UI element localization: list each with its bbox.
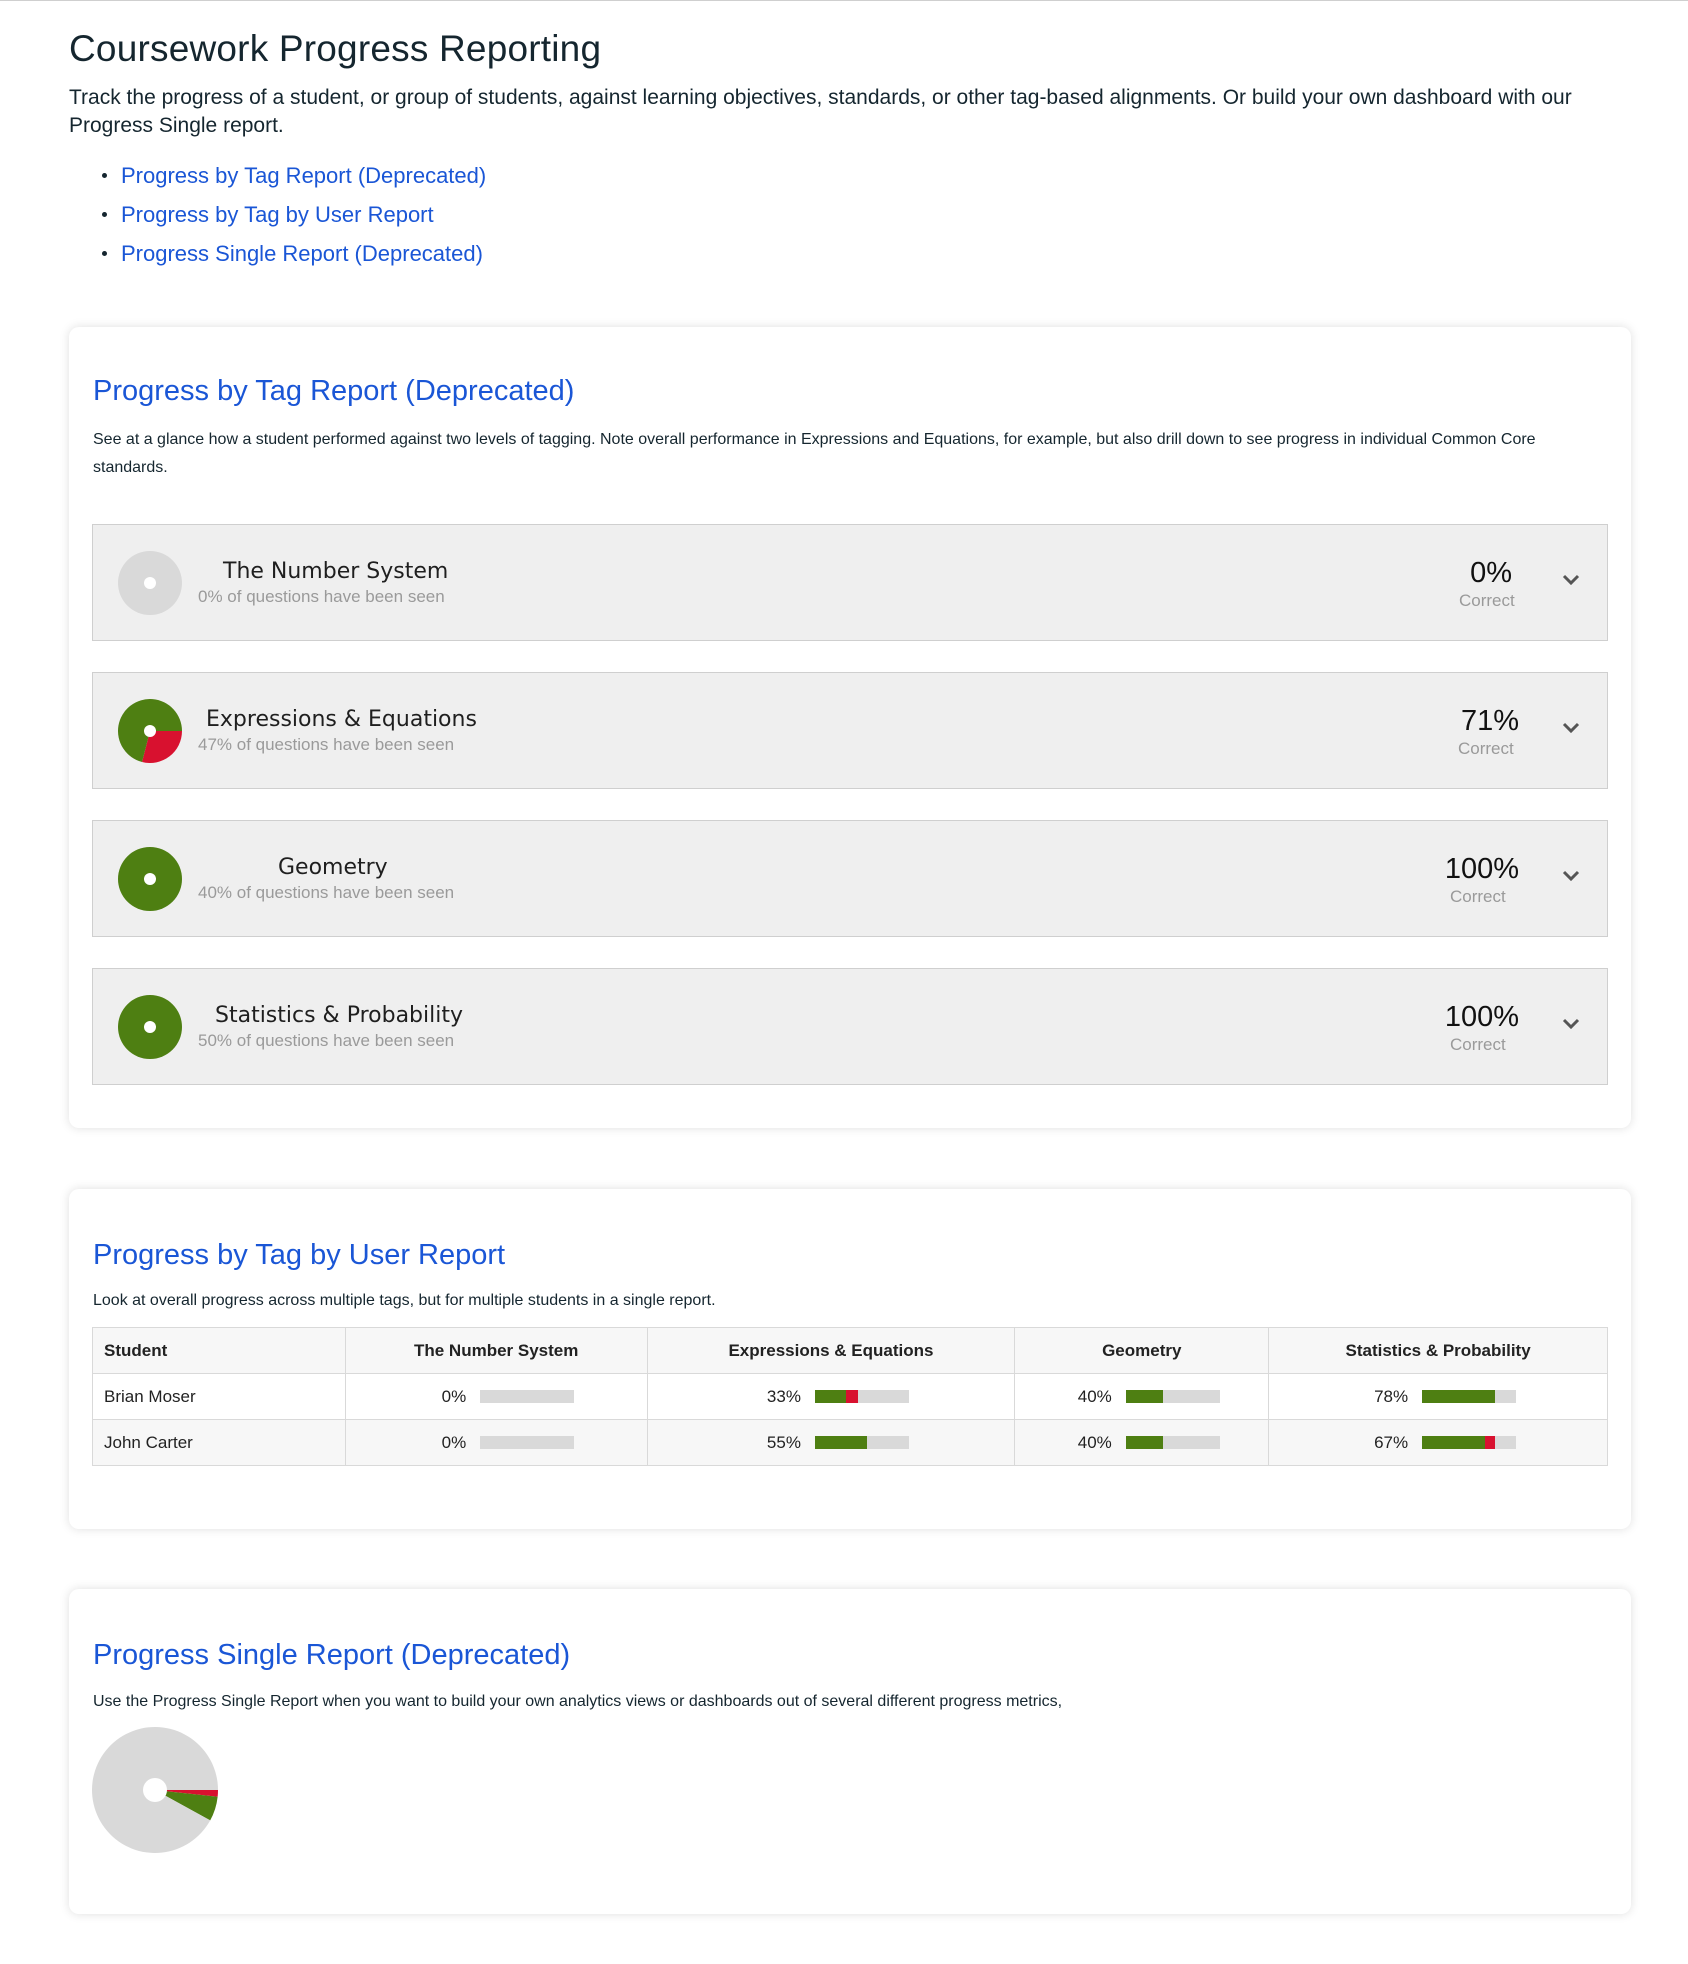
progress-bar xyxy=(1422,1390,1517,1403)
chevron-down-icon[interactable] xyxy=(1561,869,1581,883)
tag-seen-text: 50% of questions have been seen xyxy=(198,1031,455,1050)
progress-bar-incorrect xyxy=(1485,1436,1496,1449)
chevron-down-icon[interactable] xyxy=(1561,721,1581,735)
user-report-card: Progress by Tag by User Report Look at o… xyxy=(69,1189,1631,1529)
progress-bar-correct xyxy=(1422,1436,1486,1449)
link-single-report[interactable]: Progress Single Report (Deprecated) xyxy=(121,241,483,267)
progress-cell: 0% xyxy=(344,1419,648,1466)
progress-value: 78% xyxy=(1374,1386,1409,1406)
pie-center-dot xyxy=(144,873,156,885)
pie-center-dot xyxy=(144,577,156,589)
tag-report-card: Progress by Tag Report (Deprecated) See … xyxy=(69,327,1631,1128)
tag-percent: 71% xyxy=(1460,705,1519,737)
list-item: Progress by Tag Report (Deprecated) xyxy=(100,156,486,195)
user-report-description: Look at overall progress across multiple… xyxy=(93,1292,716,1309)
tag-name: Geometry xyxy=(278,855,388,880)
progress-cell: 33% xyxy=(646,1373,1016,1420)
progress-cell: 55% xyxy=(646,1419,1016,1466)
user-progress-table: Student The Number System Expressions & … xyxy=(92,1327,1608,1466)
list-item: Progress by Tag by User Report xyxy=(100,195,486,234)
column-header-expressions-equations: Expressions & Equations xyxy=(646,1327,1016,1374)
tag-row-statistics-probability[interactable]: Statistics & Probability 50% of question… xyxy=(92,968,1608,1085)
progress-bar xyxy=(814,1436,909,1449)
progress-bar-correct xyxy=(814,1436,867,1449)
tag-percent: 100% xyxy=(1444,853,1519,885)
tag-percent: 0% xyxy=(1470,557,1512,589)
tag-percent: 100% xyxy=(1444,1001,1519,1033)
progress-bar-correct xyxy=(1125,1390,1164,1403)
tag-correct-label: Correct xyxy=(1450,887,1506,906)
progress-bar xyxy=(480,1436,575,1449)
user-report-title: Progress by Tag by User Report xyxy=(93,1239,506,1271)
tag-pie-chart xyxy=(118,551,182,615)
column-header-geometry: Geometry xyxy=(1014,1327,1270,1374)
single-report-card: Progress Single Report (Deprecated) Use … xyxy=(69,1589,1631,1914)
progress-bar xyxy=(480,1390,575,1403)
pie-center-dot xyxy=(144,1021,156,1033)
table-header-row: Student The Number System Expressions & … xyxy=(92,1327,1608,1374)
tag-seen-text: 47% of questions have been seen xyxy=(198,735,455,754)
bullet-icon xyxy=(102,251,107,256)
page-intro: Track the progress of a student, or grou… xyxy=(69,86,1572,137)
progress-value: 33% xyxy=(766,1386,801,1406)
progress-bar-correct xyxy=(1125,1436,1164,1449)
bullet-icon xyxy=(102,212,107,217)
report-links-list: Progress by Tag Report (Deprecated) Prog… xyxy=(100,156,486,273)
progress-cell: 40% xyxy=(1014,1373,1270,1420)
progress-cell: 67% xyxy=(1268,1419,1608,1466)
tag-pie-chart xyxy=(118,699,182,763)
tag-name: Statistics & Probability xyxy=(215,1003,464,1028)
progress-cell: 78% xyxy=(1268,1373,1608,1420)
tag-name: The Number System xyxy=(223,559,449,584)
tag-seen-text: 40% of questions have been seen xyxy=(198,883,455,902)
progress-bar-correct xyxy=(1422,1390,1496,1403)
progress-value: 0% xyxy=(441,1432,467,1452)
student-name: John Carter xyxy=(92,1419,346,1466)
progress-value: 40% xyxy=(1077,1386,1112,1406)
progress-bar xyxy=(1125,1436,1220,1449)
tag-seen-text: 0% of questions have been seen xyxy=(198,587,445,606)
pie-center-dot xyxy=(143,1778,167,1802)
list-item: Progress Single Report (Deprecated) xyxy=(100,234,486,273)
tag-correct-label: Correct xyxy=(1458,739,1514,758)
top-divider xyxy=(0,0,1688,1)
progress-bar xyxy=(814,1390,909,1403)
column-header-statistics-probability: Statistics & Probability xyxy=(1268,1327,1608,1374)
tag-correct-label: Correct xyxy=(1459,591,1515,610)
progress-cell: 0% xyxy=(344,1373,648,1420)
column-header-student: Student xyxy=(92,1327,346,1374)
progress-value: 40% xyxy=(1077,1432,1112,1452)
single-report-title: Progress Single Report (Deprecated) xyxy=(93,1639,571,1671)
chevron-down-icon[interactable] xyxy=(1561,573,1581,587)
link-tag-by-user-report[interactable]: Progress by Tag by User Report xyxy=(121,202,434,228)
progress-value: 0% xyxy=(441,1386,467,1406)
progress-bar xyxy=(1422,1436,1517,1449)
tag-correct-label: Correct xyxy=(1450,1035,1506,1054)
column-header-number-system: The Number System xyxy=(344,1327,648,1374)
single-report-description: Use the Progress Single Report when you … xyxy=(93,1693,1063,1710)
student-name: Brian Moser xyxy=(92,1373,346,1420)
progress-cell: 40% xyxy=(1014,1419,1270,1466)
progress-bar-incorrect xyxy=(845,1390,859,1403)
bullet-icon xyxy=(102,173,107,178)
table-row: John Carter 0% 55% 40% 67% xyxy=(92,1419,1608,1466)
tag-pie-chart xyxy=(118,847,182,911)
chevron-down-icon[interactable] xyxy=(1561,1017,1581,1031)
tag-row-number-system[interactable]: The Number System 0% of questions have b… xyxy=(92,524,1608,641)
tag-row-geometry[interactable]: Geometry 40% of questions have been seen… xyxy=(92,820,1608,937)
progress-bar-correct xyxy=(814,1390,846,1403)
tag-report-title: Progress by Tag Report (Deprecated) xyxy=(93,375,575,407)
tag-pie-chart xyxy=(118,995,182,1059)
progress-value: 55% xyxy=(766,1432,801,1452)
progress-value: 67% xyxy=(1374,1432,1409,1452)
single-report-pie-chart xyxy=(92,1727,218,1853)
tag-report-description: See at a glance how a student performed … xyxy=(93,431,1536,476)
progress-bar xyxy=(1125,1390,1220,1403)
tag-row-expressions-equations[interactable]: Expressions & Equations 47% of questions… xyxy=(92,672,1608,789)
table-row: Brian Moser 0% 33% 40% 78% xyxy=(92,1373,1608,1420)
page-title: Coursework Progress Reporting xyxy=(69,28,602,69)
pie-center-dot xyxy=(144,725,156,737)
link-tag-report[interactable]: Progress by Tag Report (Deprecated) xyxy=(121,163,486,189)
tag-name: Expressions & Equations xyxy=(206,707,477,732)
